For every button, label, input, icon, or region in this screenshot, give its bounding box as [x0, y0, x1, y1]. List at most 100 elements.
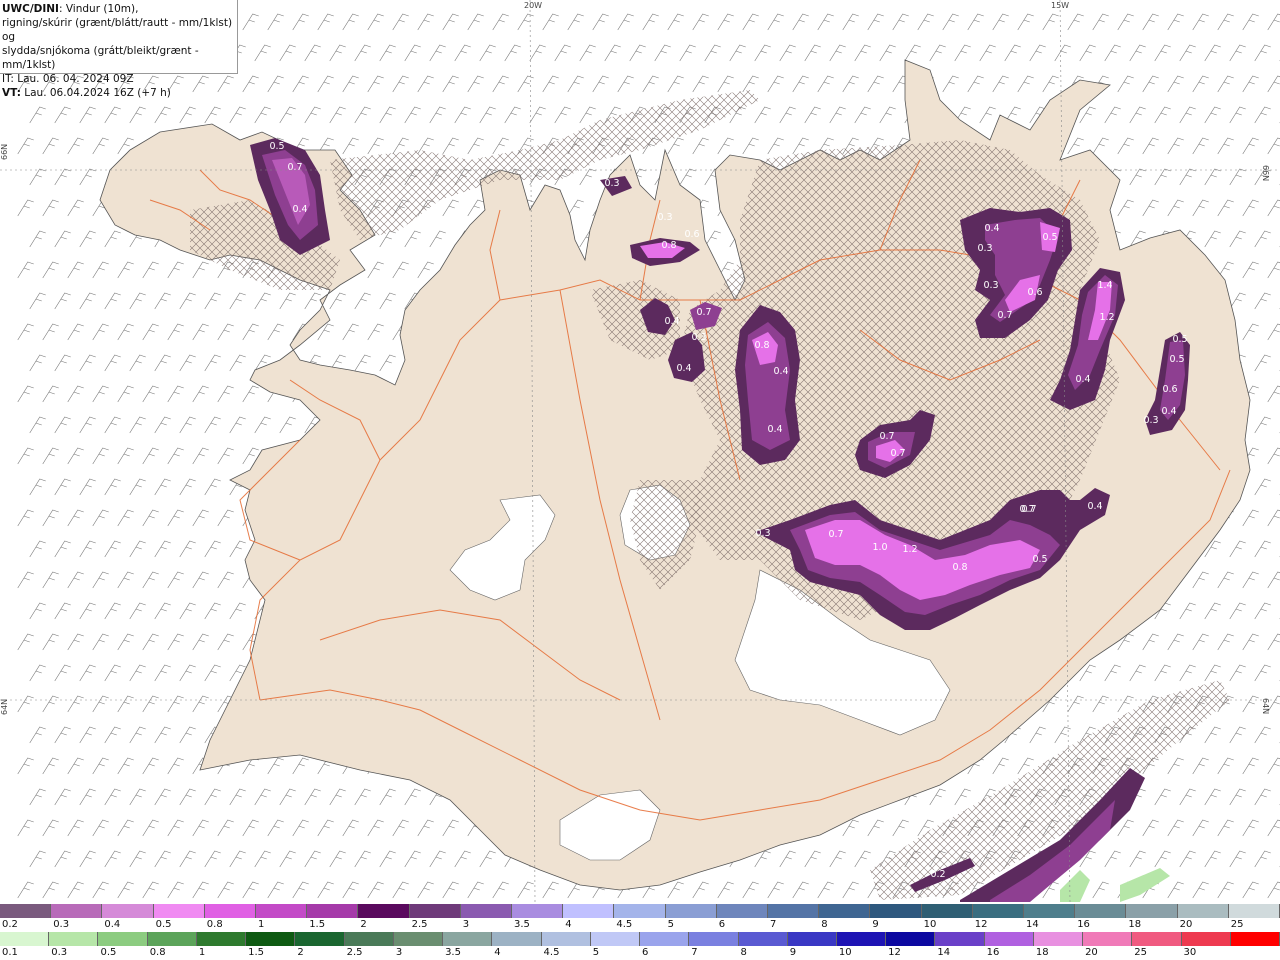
legend-snow-swatch [358, 904, 410, 918]
legend-snow-swatch [512, 904, 564, 918]
legend-snow-swatch [153, 904, 205, 918]
legend-snow-label: 4 [565, 919, 572, 930]
lat-label-64n-right: 64N [1261, 698, 1270, 715]
legend-snow-label: 14 [1026, 919, 1039, 930]
legend-snow-label: 7 [770, 919, 777, 930]
legend-rain-swatch [689, 932, 739, 946]
contour-value-label: 0.2 [930, 869, 945, 880]
contour-value-label: 1.2 [1099, 312, 1114, 323]
legend-snow-swatch [716, 904, 769, 918]
valid-prefix: VT: [2, 87, 21, 99]
legend-rain-label: 0.1 [2, 947, 18, 958]
legend-snow-label: 20 [1179, 919, 1193, 930]
contour-value-label: 0.7 [890, 448, 905, 459]
contour-value-label: 0.4 [1087, 501, 1102, 512]
contour-value-label: 1.0 [872, 542, 887, 553]
legend-snow-swatch [0, 904, 52, 918]
valid-time: Lau. 06.04.2024 16Z [20, 87, 134, 99]
legend-snow-swatch [614, 904, 666, 918]
legend-rain-swatch [640, 932, 690, 946]
legend-rain-label: 2 [297, 947, 304, 958]
contour-value-label: 0.5 [1169, 354, 1184, 365]
legend-rain-label: 7 [691, 947, 698, 958]
legend-snow-label: 3 [462, 919, 470, 930]
legend-rain-swatch [295, 932, 345, 946]
legend-snow-label: 2 [360, 919, 367, 930]
legend-rain-swatch [49, 932, 99, 946]
legend-rain-labels: 0.1 0.3 0.5 0.8 1 1.5 2 2.5 3 3.5 4 4.5 5 6 7 8 9 10 12 14 1… [0, 946, 1280, 960]
legend-snow-swatch [972, 904, 1025, 918]
legend-rain-label: 25 [1134, 947, 1148, 958]
legend-snow-label: 6 [718, 919, 726, 930]
legend-snow-swatch [768, 904, 820, 918]
legend-rain: 0.1 0.3 0.5 0.8 1 1.5 2 2.5 3 3.5 4 4.5 5 6 7 8 9 10 12 14 1… [0, 932, 1280, 960]
legend-snow-label: 16 [1077, 919, 1090, 930]
contour-value-label: 0.4 [984, 223, 999, 234]
legend-rain-swatch [492, 932, 542, 946]
contour-value-label: 0.5 [269, 141, 284, 152]
legend-snow-swatch [563, 904, 615, 918]
legend-rain-label: 18 [1035, 947, 1049, 958]
legend-rain-label: 0.3 [51, 947, 68, 958]
valid-offset: (+7 h) [133, 87, 171, 99]
legend-rain-swatch [935, 932, 985, 946]
legend-rain-swatch [590, 932, 641, 946]
legend-snow-label: 4.5 [616, 919, 633, 930]
legend-snow-label: 8 [821, 919, 828, 930]
contour-value-label: 0.7 [287, 162, 302, 173]
legend-snow-swatch [409, 904, 461, 918]
contour-value-label: 0.4 [767, 424, 782, 435]
contour-value-label: 0.4 [676, 363, 691, 374]
contour-value-label: 0.5 [1032, 554, 1047, 565]
legend-rain-label: 1.5 [248, 947, 265, 958]
legend-rain-swatch [541, 932, 591, 946]
header-line1: : Vindur (10m), [58, 3, 139, 15]
contour-value-label: 0.3 [755, 528, 770, 539]
legend-snow-swatch [256, 904, 308, 918]
legend-snow-swatch [1177, 904, 1229, 918]
legend-rain-swatch [98, 932, 148, 946]
legend-snow-swatch [1126, 904, 1178, 918]
legend-rain-swatch [984, 932, 1034, 946]
map-info-box: UWC/DINI: Vindur (10m), rigning/skúrir (… [0, 0, 238, 99]
legend-snow-colorbar [0, 904, 1280, 918]
contour-value-label: 0.3 [604, 178, 619, 189]
legend-rain-label: 3.5 [445, 947, 461, 958]
legend-rain-swatch [1181, 932, 1231, 946]
contour-value-label: 0.8 [952, 562, 967, 573]
legend-rain-swatch [147, 932, 197, 946]
init-time: IT: Lau. 06. 04. 2024 09Z [2, 73, 134, 85]
legend-rain-swatch [1033, 932, 1084, 946]
contour-value-label: 0.3 [983, 280, 998, 291]
legend-snow-label: 10 [923, 919, 937, 930]
legend-rain-swatch [886, 932, 936, 946]
legend-snow-label: 18 [1128, 919, 1142, 930]
legend-rain-label: 30 [1183, 947, 1197, 958]
legend-snow-label: 1.5 [309, 919, 326, 930]
legend-snow-swatch [102, 904, 154, 918]
legend-rain-label: 20 [1085, 947, 1098, 958]
legend-rain-swatch [1132, 932, 1182, 946]
contour-value-label: 0.6 [684, 229, 699, 240]
legend-rain-swatch [836, 932, 887, 946]
contour-value-label: 0.8 [754, 340, 769, 351]
legend-snow-swatch [1024, 904, 1076, 918]
legend-rain-swatch [443, 932, 493, 946]
legend-snow-swatch [1228, 904, 1280, 918]
legend-rain-label: 3 [395, 947, 403, 958]
legend-rain-swatch [393, 932, 444, 946]
contour-value-label: 0.3 [691, 332, 706, 343]
legend-snow-label: 2.5 [411, 919, 428, 930]
legend-snow-label: 0.8 [206, 919, 223, 930]
legend-snow-labels: 0.2 0.3 0.4 0.5 0.8 1 1.5 2 2.5 3 3.5 4 4.5 5 6 7 8 9 10 12… [0, 918, 1280, 932]
legend-snow: 0.2 0.3 0.4 0.5 0.8 1 1.5 2 2.5 3 3.5 4 4.5 5 6 7 8 9 10 12… [0, 904, 1280, 932]
legend-snow-swatch [460, 904, 513, 918]
legend-snow-swatch [51, 904, 103, 918]
header-line2: rigning/skúrir (grænt/blátt/rautt - mm/1… [2, 17, 233, 43]
legend-rain-swatch [344, 932, 394, 946]
legend-rain-label: 0.8 [149, 947, 166, 958]
contour-value-label: 1.2 [902, 544, 917, 555]
legend-snow-swatch [307, 904, 359, 918]
legend-snow-label: 9 [872, 919, 879, 930]
lat-label-66n-right: 66N [1261, 165, 1270, 182]
